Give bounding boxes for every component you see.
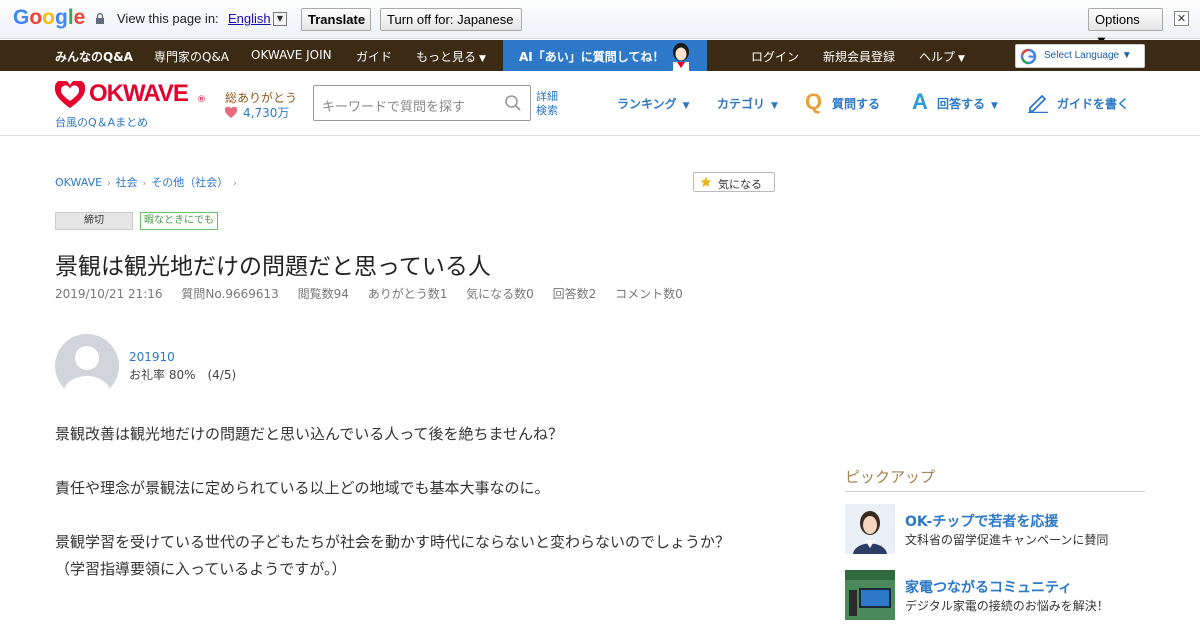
heart-icon <box>225 107 237 118</box>
select-language-label: Select Language ▼ <box>1044 50 1132 61</box>
search-input[interactable]: キーワードで質問を探す <box>313 85 531 121</box>
chevron-down-icon: ▼ <box>771 101 778 111</box>
star-icon <box>700 176 712 187</box>
question-body-line: 景観学習を受けている世代の子どもたちが社会を動かす時代にならないと変わらないので… <box>55 533 731 551</box>
nav-category-label: カテゴリ <box>717 97 766 111</box>
pickup-item-desc: 文科省の留学促進キャンペーンに賛同 <box>905 533 1109 547</box>
nav-help-label: ヘルプ <box>919 50 956 64</box>
ai-question-banner[interactable]: AI「あい」に質問してね！ <box>503 40 707 71</box>
site-header: OKWAVE ® 台風のQ＆Aまとめ 総ありがとう 4,730万 キーワードで質… <box>0 71 1200 136</box>
okwave-logo-text[interactable]: OKWAVE <box>89 80 189 108</box>
user-silhouette-icon <box>63 346 111 398</box>
watch-label: 気になる <box>718 178 762 191</box>
question-number: 質問No.9669613 <box>181 287 279 301</box>
language-link[interactable]: English <box>228 11 271 26</box>
select-language-dropdown[interactable]: Select Language ▼ <box>1015 44 1145 68</box>
ai-character-icon <box>673 43 689 71</box>
user-thanks-rate: お礼率 80% (4/5) <box>129 368 237 382</box>
page-title: 景観は観光地だけの問題だと思っている人 <box>55 254 491 280</box>
total-thanks-count: 4,730万 <box>243 106 290 120</box>
thanks-count: ありがとう数1 <box>367 287 448 301</box>
nav-more-label: もっと見る <box>416 50 477 64</box>
pickup-thumbnail[interactable] <box>845 570 895 620</box>
google-translate-bar: Google View this page in: English ▼ Tran… <box>0 0 1200 48</box>
user-name-link[interactable]: 201910 <box>129 350 175 364</box>
answer-a-icon: A <box>912 89 928 114</box>
view-page-text: View this page in: <box>117 11 219 26</box>
logo-subtitle-link[interactable]: 台風のQ＆Aまとめ <box>55 114 148 130</box>
chevron-down-icon: ▼ <box>479 54 486 64</box>
nav-ask-question[interactable]: 質問する <box>832 95 880 112</box>
top-navbar: みんなのQ&A 専門家のQ&A OKWAVE JOIN ガイド もっと見る ▼ A… <box>0 40 1200 71</box>
watch-button[interactable]: 気になる <box>693 172 775 192</box>
nav-ranking[interactable]: ランキング ▼ <box>617 95 690 112</box>
okwave-heart-logo-icon[interactable] <box>55 81 85 109</box>
question-body-line: 責任や理念が景観法に定められている以上どの地域でも基本大事なのに。 <box>55 479 550 497</box>
closed-tag: 締切 <box>55 212 133 230</box>
nav-guide[interactable]: ガイド <box>356 48 392 65</box>
pen-icon <box>1028 94 1048 113</box>
chevron-down-icon: ▼ <box>682 101 690 111</box>
chevron-down-icon: ▼ <box>991 101 998 111</box>
pickup-heading: ピックアップ <box>845 466 1145 492</box>
nav-register[interactable]: 新規会員登録 <box>823 48 895 65</box>
translate-button[interactable]: Translate <box>301 8 371 31</box>
nav-write-guide[interactable]: ガイドを書く <box>1057 95 1129 112</box>
registered-mark: ® <box>197 95 206 105</box>
chevron-right-icon: › <box>142 179 147 189</box>
chevron-right-icon: › <box>233 179 237 189</box>
question-datetime: 2019/10/21 21:16 <box>55 287 163 301</box>
nav-more[interactable]: もっと見る ▼ <box>416 48 486 65</box>
person-photo-icon <box>845 504 895 554</box>
language-dropdown-icon[interactable]: ▼ <box>273 12 287 26</box>
close-icon[interactable]: ✕ <box>1174 11 1189 26</box>
nav-login[interactable]: ログイン <box>751 48 799 65</box>
breadcrumb: OKWAVE › 社会 › その他（社会） › <box>55 174 242 190</box>
avatar[interactable] <box>55 334 119 398</box>
pickup-item-title[interactable]: OK-チップで若者を応援 <box>905 511 1058 531</box>
question-q-icon: Q <box>805 89 823 114</box>
breadcrumb-society[interactable]: 社会 <box>116 176 138 189</box>
search-icon[interactable] <box>504 94 522 112</box>
search-placeholder: キーワードで質問を探す <box>322 100 466 115</box>
pickup-item-title[interactable]: 家電つながるコミュニティ <box>905 577 1072 597</box>
pickup-thumbnail[interactable] <box>845 504 895 554</box>
tv-photo-icon <box>845 570 895 620</box>
watch-count: 気になる数0 <box>466 287 534 301</box>
chevron-down-icon: ▼ <box>958 54 965 64</box>
pickup-item-desc: デジタル家電の接続のお悩みを解決！ <box>905 599 1109 613</box>
google-logo: Google <box>13 6 86 29</box>
question-body-line: （学習指導要領に入っているようですが。） <box>55 560 347 578</box>
question-body-line: 景観改善は観光地だけの問題だと思い込んでいる人って後を絶ちませんね？ <box>55 425 564 443</box>
nav-answer[interactable]: 回答する ▼ <box>937 95 998 112</box>
nav-minna-qa[interactable]: みんなのQ&A <box>55 48 133 65</box>
chevron-right-icon: › <box>107 179 111 189</box>
answer-count: 回答数2 <box>552 287 597 301</box>
turn-off-button[interactable]: Turn off for: Japanese <box>380 8 522 31</box>
options-button[interactable]: Options ▼ <box>1088 8 1163 48</box>
nav-help[interactable]: ヘルプ ▼ <box>919 48 965 65</box>
nav-expert-qa[interactable]: 専門家のQ&A <box>154 48 229 65</box>
question-meta: 2019/10/21 21:16 質問No.9669613 閲覧数94 ありがと… <box>55 285 698 302</box>
nav-ranking-label: ランキング <box>617 97 677 111</box>
view-count: 閲覧数94 <box>297 287 349 301</box>
lock-icon <box>96 13 104 24</box>
nav-answer-label: 回答する <box>937 97 986 111</box>
ai-banner-label: AI「あい」に質問してね！ <box>519 50 665 64</box>
advanced-search-link[interactable]: 詳細検索 <box>536 90 562 118</box>
leisure-tag[interactable]: 暇なときにでも <box>140 212 218 230</box>
comment-count: コメント数0 <box>615 287 683 301</box>
nav-okwave-join[interactable]: OKWAVE JOIN <box>251 48 332 62</box>
breadcrumb-other-society[interactable]: その他（社会） <box>151 176 228 189</box>
google-g-icon <box>1020 48 1037 65</box>
nav-category[interactable]: カテゴリ ▼ <box>717 95 778 112</box>
breadcrumb-okwave[interactable]: OKWAVE <box>55 176 102 189</box>
